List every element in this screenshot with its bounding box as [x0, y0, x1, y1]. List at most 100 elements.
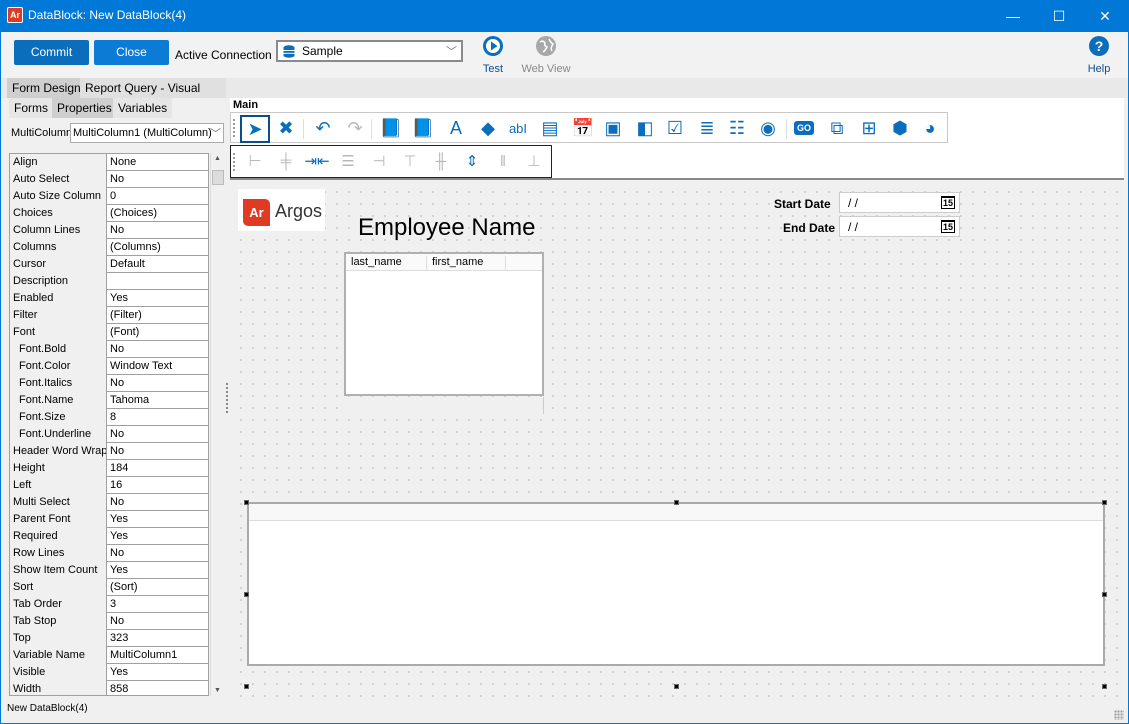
property-value[interactable]: No [110, 375, 124, 391]
property-value[interactable]: No [110, 494, 124, 510]
tab-report-query-visual-design[interactable]: Report Query - Visual Design [80, 78, 226, 115]
property-row[interactable]: Tab Order 3 [10, 596, 208, 613]
property-value[interactable]: Yes [110, 290, 128, 306]
property-value[interactable]: 184 [110, 460, 128, 476]
property-row[interactable]: Font.Bold No [10, 341, 208, 358]
property-value[interactable]: Window Text [110, 358, 172, 374]
property-row[interactable]: Description [10, 273, 208, 290]
tab-form-design[interactable]: Form Design [7, 78, 86, 98]
property-row[interactable]: Row Lines No [10, 545, 208, 562]
property-row[interactable]: Sort (Sort) [10, 579, 208, 596]
label-tool-icon[interactable]: A [444, 117, 468, 139]
center-horizontal-tool-icon[interactable]: ⇥⇤ [304, 150, 329, 172]
property-value[interactable]: (Columns) [110, 239, 161, 255]
center-vertical-tool-icon[interactable]: ⇕ [460, 150, 484, 172]
property-value[interactable]: No [110, 613, 124, 629]
property-row[interactable]: Choices (Choices) [10, 205, 208, 222]
form-tool-icon[interactable]: 📘 [411, 117, 435, 139]
property-row[interactable]: Font.Underline No [10, 426, 208, 443]
property-value[interactable]: No [110, 341, 124, 357]
help-button[interactable]: ? Help [1083, 35, 1115, 75]
resize-grip-icon[interactable] [1114, 710, 1124, 720]
calendar-icon[interactable]: 15 [940, 220, 955, 233]
delete-tool-icon[interactable]: ✖ [274, 117, 298, 139]
property-value[interactable]: No [110, 222, 124, 238]
group-tool-icon[interactable]: ⧉ [825, 117, 849, 139]
toolbar-grip-icon[interactable] [233, 153, 235, 171]
image-tool-icon[interactable]: ▣ [601, 117, 625, 139]
subtab-forms[interactable]: Forms [9, 98, 53, 118]
property-value[interactable]: 16 [110, 477, 122, 493]
cube-tool-icon[interactable]: ⬢ [888, 117, 912, 139]
property-value[interactable]: 0 [110, 188, 116, 204]
property-value[interactable]: Yes [110, 664, 128, 680]
resize-handle[interactable] [674, 684, 679, 689]
undo-tool-icon[interactable]: ↶ [311, 117, 335, 139]
listbox-tool-icon[interactable]: ≣ [695, 117, 719, 139]
textbox-tool-icon[interactable]: abI [506, 117, 530, 139]
start-date-input[interactable]: / / 15 [839, 192, 960, 213]
property-row[interactable]: Font.Size 8 [10, 409, 208, 426]
subtab-properties[interactable]: Properties [52, 98, 117, 118]
property-row[interactable]: Font.Color Window Text [10, 358, 208, 375]
property-row[interactable]: Align None [10, 154, 208, 171]
object-select[interactable]: MultiColumn1 (MultiColumn) ﹀ [70, 123, 224, 143]
property-value[interactable]: No [110, 443, 124, 459]
subtab-variables[interactable]: Variables [113, 98, 173, 118]
property-row[interactable]: Enabled Yes [10, 290, 208, 307]
calendar-icon[interactable]: 15 [940, 196, 955, 209]
employee-multicolumn[interactable]: last_name first_name [344, 252, 544, 396]
property-row[interactable]: Column Lines No [10, 222, 208, 239]
property-value[interactable]: Default [110, 256, 145, 272]
property-row[interactable]: Height 184 [10, 460, 208, 477]
property-row[interactable]: Left 16 [10, 477, 208, 494]
resize-handle[interactable] [244, 500, 249, 505]
property-row[interactable]: Header Word Wrap No [10, 443, 208, 460]
property-scrollbar[interactable]: ▲ ▼ [210, 153, 224, 696]
close-window-button[interactable]: ✕ [1082, 0, 1128, 32]
minimize-button[interactable]: — [990, 0, 1036, 32]
property-row[interactable]: Show Item Count Yes [10, 562, 208, 579]
commit-button[interactable]: Commit [14, 40, 89, 65]
employee-name-heading[interactable]: Employee Name [358, 214, 535, 242]
property-row[interactable]: Required Yes [10, 528, 208, 545]
memo-tool-icon[interactable]: ▤ [538, 117, 562, 139]
property-row[interactable]: Filter (Filter) [10, 307, 208, 324]
argos-logo[interactable]: Ar Argos [238, 189, 325, 231]
property-value[interactable]: (Choices) [110, 205, 157, 221]
property-row[interactable]: Font.Name Tahoma [10, 392, 208, 409]
property-row[interactable]: Columns (Columns) [10, 239, 208, 256]
property-row[interactable]: Tab Stop No [10, 613, 208, 630]
property-row[interactable]: Font (Font) [10, 324, 208, 341]
scroll-up-icon[interactable]: ▲ [214, 155, 221, 162]
property-value[interactable]: (Filter) [110, 307, 142, 323]
property-value[interactable]: None [110, 154, 136, 170]
property-row[interactable]: Top 323 [10, 630, 208, 647]
property-value[interactable]: (Sort) [110, 579, 138, 595]
new-form-tool-icon[interactable]: 📘 [379, 117, 403, 139]
property-value[interactable]: 3 [110, 596, 116, 612]
property-value[interactable]: Yes [110, 511, 128, 527]
property-row[interactable]: Auto Select No [10, 171, 208, 188]
resize-handle[interactable] [1102, 684, 1107, 689]
panel-tool-icon[interactable]: ⊞ [857, 117, 881, 139]
property-value[interactable]: No [110, 171, 124, 187]
dropdown-tool-icon[interactable]: ◧ [633, 117, 657, 139]
property-value[interactable]: Yes [110, 528, 128, 544]
property-row[interactable]: Cursor Default [10, 256, 208, 273]
resize-handle[interactable] [1102, 592, 1107, 597]
resize-handle[interactable] [674, 500, 679, 505]
shapes-tool-icon[interactable]: ◆ [476, 117, 500, 139]
property-value[interactable]: Yes [110, 562, 128, 578]
toolbar-grip-icon[interactable] [233, 119, 235, 137]
resize-handle[interactable] [1102, 500, 1107, 505]
property-value[interactable]: Tahoma [110, 392, 149, 408]
design-canvas[interactable]: Ar Argos Employee Name last_name first_n… [231, 182, 1123, 698]
selected-multicolumn[interactable] [247, 502, 1105, 666]
connection-select[interactable]: Sample ﹀ [276, 40, 463, 62]
end-date-input[interactable]: / / 15 [839, 216, 960, 237]
date-tool-icon[interactable]: 📅 [571, 117, 595, 139]
property-value[interactable]: 8 [110, 409, 116, 425]
property-row[interactable]: Multi Select No [10, 494, 208, 511]
property-value[interactable]: 323 [110, 630, 128, 646]
